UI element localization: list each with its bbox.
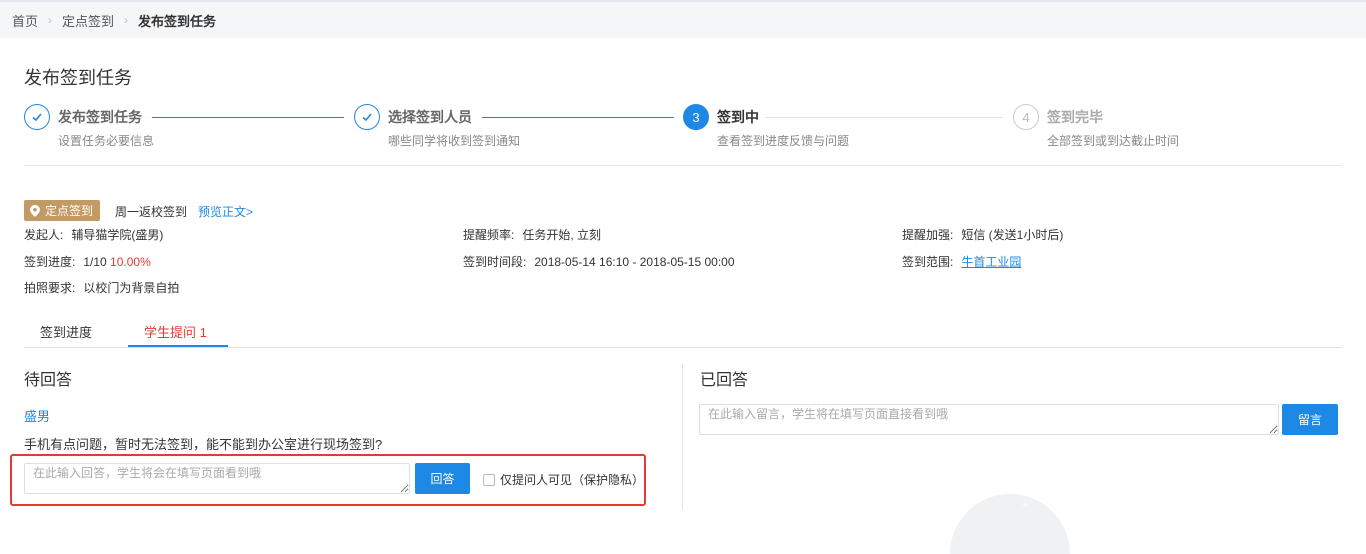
check-icon bbox=[24, 104, 50, 130]
answer-input[interactable] bbox=[24, 463, 410, 494]
step-title: 发布签到任务 bbox=[58, 109, 142, 125]
progress-row: 签到进度: 1/10 10.00% bbox=[24, 253, 151, 270]
period-label: 签到时间段: bbox=[463, 255, 527, 269]
pending-section: 待回答 盛男 手机有点问题，暂时无法签到，能不能到办公室进行现场签到? bbox=[24, 366, 664, 452]
private-checkbox[interactable]: 仅提问人可见（保护隐私） bbox=[483, 471, 644, 488]
private-label: 仅提问人可见（保护隐私） bbox=[500, 473, 645, 487]
task-type-label: 定点签到 bbox=[45, 204, 94, 218]
step-desc: 查看签到进度反馈与问题 bbox=[717, 134, 850, 148]
step-progress: 发布签到任务 设置任务必要信息 选择签到人员 哪些同学将收到签到通知 3 签到中… bbox=[24, 104, 1342, 166]
reminder-freq-label: 提醒频率: bbox=[463, 228, 515, 242]
message-button[interactable]: 留言 bbox=[1282, 404, 1338, 435]
step-title: 选择签到人员 bbox=[388, 109, 472, 125]
breadcrumb: 首页 › 定点签到 › 发布签到任务 bbox=[0, 0, 1366, 38]
breadcrumb-current: 发布签到任务 bbox=[138, 13, 217, 29]
tab-active-indicator bbox=[128, 345, 228, 347]
task-name: 周一返校签到 bbox=[115, 205, 188, 219]
period-value: 2018-05-14 16:10 - 2018-05-15 00:00 bbox=[534, 255, 735, 269]
reminder-boost-value: 短信 (发送1小时后) bbox=[961, 228, 1064, 242]
step-number: 4 bbox=[1013, 104, 1039, 130]
step-desc: 设置任务必要信息 bbox=[58, 134, 155, 148]
breadcrumb-level1[interactable]: 定点签到 bbox=[62, 11, 114, 30]
tab-progress[interactable]: 签到进度 bbox=[40, 322, 92, 341]
task-type-badge: 定点签到 bbox=[24, 200, 101, 221]
range-link[interactable]: 牛首工业园 bbox=[961, 255, 1021, 269]
step-number: 3 bbox=[683, 104, 709, 130]
photo-row: 拍照要求: 以校门为背景自拍 bbox=[24, 279, 179, 296]
progress-percent: 10.00% bbox=[110, 255, 151, 269]
reminder-boost-row: 提醒加强: 短信 (发送1小时后) bbox=[902, 226, 1063, 243]
step-connector bbox=[482, 117, 674, 118]
reminder-boost-label: 提醒加强: bbox=[902, 228, 954, 242]
message-input[interactable] bbox=[699, 404, 1279, 435]
photo-value: 以校门为背景自拍 bbox=[83, 281, 180, 295]
range-label: 签到范围: bbox=[902, 255, 954, 269]
tab-bar: 签到进度 学生提问 1 bbox=[24, 316, 1342, 348]
page-title: 发布签到任务 bbox=[24, 68, 132, 88]
progress-count: 1/10 bbox=[83, 255, 107, 269]
chevron-right-icon: › bbox=[48, 13, 53, 27]
step-desc: 全部签到或到达截止时间 bbox=[1047, 134, 1180, 148]
step-title: 签到完毕 bbox=[1047, 109, 1103, 125]
reminder-freq-value: 任务开始, 立刻 bbox=[522, 228, 602, 242]
step-desc: 哪些同学将收到签到通知 bbox=[388, 134, 521, 148]
column-divider bbox=[682, 364, 683, 510]
period-row: 签到时间段: 2018-05-14 16:10 - 2018-05-15 00:0… bbox=[463, 253, 735, 270]
pending-title: 待回答 bbox=[24, 372, 73, 389]
check-icon bbox=[354, 104, 380, 130]
initiator-label: 发起人: bbox=[24, 228, 64, 242]
step-connector bbox=[152, 117, 344, 118]
checkbox-box[interactable] bbox=[483, 473, 495, 486]
answered-title: 已回答 bbox=[700, 372, 749, 389]
map-pin-icon bbox=[30, 204, 40, 217]
step-connector bbox=[765, 117, 1003, 118]
range-row: 签到范围: 牛首工业园 bbox=[902, 253, 1021, 270]
step-title: 签到中 bbox=[717, 109, 759, 125]
chevron-right-icon: › bbox=[124, 13, 129, 27]
photo-label: 拍照要求: bbox=[24, 281, 76, 295]
tab-questions[interactable]: 学生提问 1 bbox=[144, 322, 207, 341]
preview-link[interactable]: 预览正文> bbox=[198, 203, 253, 220]
initiator-row: 发起人: 辅导猫学院(盛男) bbox=[24, 226, 163, 243]
progress-label: 签到进度: bbox=[24, 255, 76, 269]
initiator-value: 辅导猫学院(盛男) bbox=[71, 228, 164, 242]
answer-button[interactable]: 回答 bbox=[415, 463, 470, 494]
breadcrumb-home[interactable]: 首页 bbox=[12, 11, 38, 30]
question-text: 手机有点问题，暂时无法签到，能不能到办公室进行现场签到? bbox=[24, 437, 383, 452]
empty-state-illustration bbox=[950, 494, 1070, 554]
asker-name[interactable]: 盛男 bbox=[24, 406, 50, 425]
reminder-freq-row: 提醒频率: 任务开始, 立刻 bbox=[463, 226, 601, 243]
